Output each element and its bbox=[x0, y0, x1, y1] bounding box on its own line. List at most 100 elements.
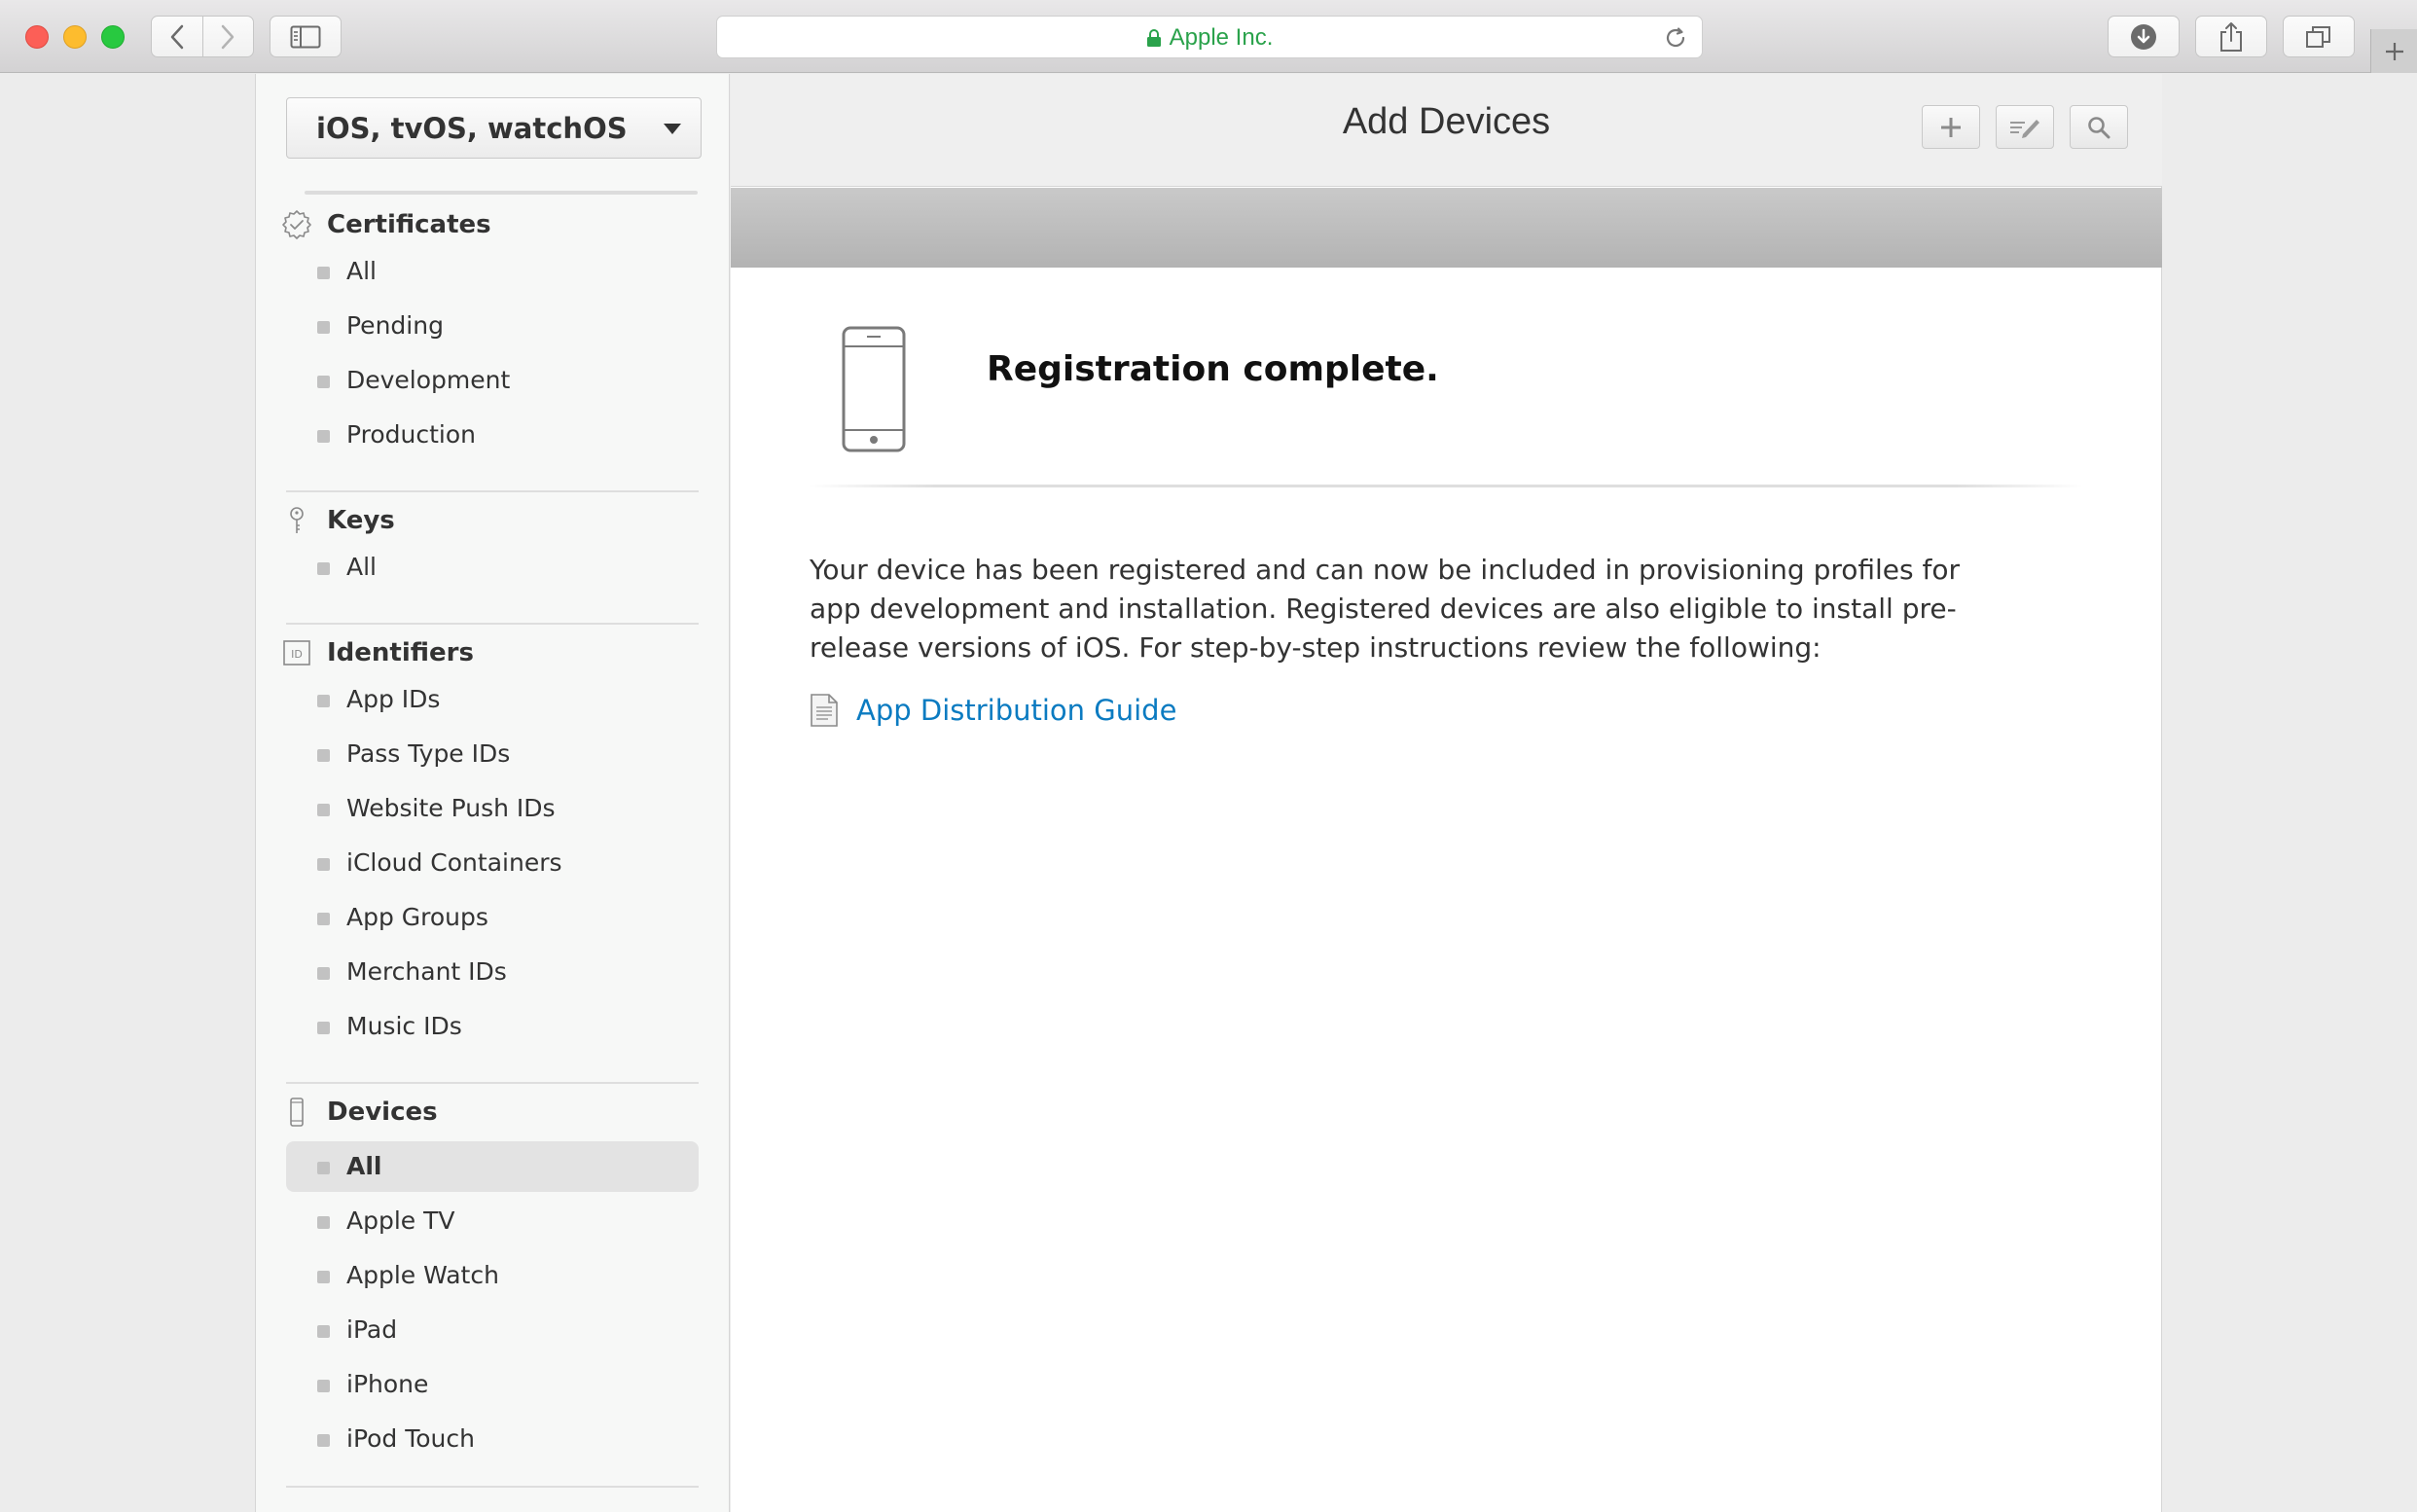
new-tab-button[interactable] bbox=[2370, 29, 2417, 73]
sidebar-item-label: iCloud Containers bbox=[346, 848, 562, 877]
search-button[interactable] bbox=[2070, 105, 2128, 149]
sidebar-item-label: Pass Type IDs bbox=[346, 739, 511, 768]
bullet bbox=[317, 804, 330, 816]
sidebar-item-certificates-all[interactable]: All bbox=[286, 246, 699, 297]
app-distribution-guide-link[interactable]: App Distribution Guide bbox=[856, 694, 1176, 727]
sidebar-item-label: Website Push IDs bbox=[346, 794, 556, 822]
bullet bbox=[317, 1216, 330, 1229]
close-window-button[interactable] bbox=[25, 25, 49, 49]
iphone-icon bbox=[841, 325, 907, 457]
registration-description: Your device has been registered and can … bbox=[810, 554, 1961, 664]
section-divider bbox=[286, 490, 699, 492]
sidebar-item-devices-all[interactable]: All bbox=[286, 1141, 699, 1192]
sidebar-item-pass-type-ids[interactable]: Pass Type IDs bbox=[286, 729, 699, 779]
sidebar-item-label: App Groups bbox=[346, 903, 488, 931]
platform-select[interactable]: iOS, tvOS, watchOS bbox=[286, 97, 702, 159]
sidebar-item-label: iPhone bbox=[346, 1370, 429, 1398]
sidebar-item-certificates-production[interactable]: Production bbox=[286, 410, 699, 460]
back-button[interactable] bbox=[152, 17, 203, 56]
sidebar-item-label: Apple Watch bbox=[346, 1261, 499, 1289]
history-nav bbox=[151, 16, 254, 57]
address-bar[interactable]: Apple Inc. bbox=[716, 16, 1703, 58]
section-title: Certificates bbox=[327, 210, 491, 239]
document-icon bbox=[811, 694, 838, 727]
site-label: Apple Inc. bbox=[1169, 24, 1274, 51]
bullet bbox=[317, 321, 330, 334]
bullet bbox=[317, 858, 330, 871]
sidebar-item-label: Development bbox=[346, 366, 511, 394]
sidebar-item-music-ids[interactable]: Music IDs bbox=[286, 1001, 699, 1052]
section-divider bbox=[286, 623, 699, 625]
sidebar-item-icloud-containers[interactable]: iCloud Containers bbox=[286, 838, 699, 888]
sidebar-item-certificates-development[interactable]: Development bbox=[286, 355, 699, 406]
download-icon bbox=[2131, 23, 2156, 50]
share-button[interactable] bbox=[2195, 16, 2267, 57]
downloads-button[interactable] bbox=[2108, 16, 2180, 57]
sidebar-item-label: App IDs bbox=[346, 685, 441, 713]
main-panel: Add Devices Registration complete. Your … bbox=[731, 74, 2162, 1512]
guide-row: App Distribution Guide bbox=[810, 691, 1176, 730]
sidebar-item-merchant-ids[interactable]: Merchant IDs bbox=[286, 947, 699, 997]
sidebar-divider bbox=[305, 191, 698, 195]
bullet bbox=[317, 1380, 330, 1392]
bullet bbox=[317, 1325, 330, 1338]
sidebar-item-apple-tv[interactable]: Apple TV bbox=[286, 1196, 699, 1246]
content-divider bbox=[809, 485, 2083, 487]
sidebar-item-ipad[interactable]: iPad bbox=[286, 1305, 699, 1355]
forward-button[interactable] bbox=[203, 17, 254, 56]
bullet bbox=[317, 913, 330, 925]
certificate-badge-icon bbox=[281, 209, 312, 240]
bullet bbox=[317, 376, 330, 388]
sidebar-item-label: iPad bbox=[346, 1315, 398, 1344]
add-icon bbox=[1941, 117, 1961, 137]
sidebar-item-label: All bbox=[346, 1152, 382, 1180]
search-icon bbox=[2088, 116, 2110, 138]
sidebar-item-label: Merchant IDs bbox=[346, 957, 507, 986]
sidebar-item-iphone[interactable]: iPhone bbox=[286, 1359, 699, 1410]
sidebar-item-label: Apple TV bbox=[346, 1206, 455, 1235]
bullet bbox=[317, 749, 330, 762]
share-icon bbox=[2220, 21, 2242, 52]
sidebar-item-label: Production bbox=[346, 420, 477, 449]
sidebar-item-label: iPod Touch bbox=[346, 1424, 475, 1453]
site-identity: Apple Inc. bbox=[717, 17, 1702, 59]
tabs-icon bbox=[2306, 25, 2330, 48]
section-title: Identifiers bbox=[327, 638, 474, 667]
sidebar-toggle-button[interactable] bbox=[270, 16, 342, 57]
minimize-window-button[interactable] bbox=[63, 25, 87, 49]
bullet bbox=[317, 562, 330, 575]
sidebar-item-label: Pending bbox=[346, 311, 444, 340]
zoom-window-button[interactable] bbox=[101, 25, 125, 49]
sidebar-item-app-groups[interactable]: App Groups bbox=[286, 892, 699, 943]
section-divider bbox=[286, 1082, 699, 1084]
platform-select-value: iOS, tvOS, watchOS bbox=[316, 111, 628, 145]
edit-icon bbox=[2010, 119, 2039, 138]
tabs-overview-button[interactable] bbox=[2283, 16, 2355, 57]
bullet bbox=[317, 1271, 330, 1283]
sidebar-item-app-ids[interactable]: App IDs bbox=[286, 674, 699, 725]
reload-icon bbox=[1666, 27, 1685, 48]
edit-button[interactable] bbox=[1996, 105, 2054, 149]
sidebar: iOS, tvOS, watchOS Certificates All Pend… bbox=[255, 74, 730, 1512]
sidebar-item-apple-watch[interactable]: Apple Watch bbox=[286, 1250, 699, 1301]
sidebar-item-ipod-touch[interactable]: iPod Touch bbox=[286, 1414, 699, 1464]
bullet bbox=[317, 695, 330, 707]
sidebar-item-website-push-ids[interactable]: Website Push IDs bbox=[286, 783, 699, 834]
bullet bbox=[317, 1022, 330, 1034]
bullet bbox=[317, 267, 330, 279]
section-title: Keys bbox=[327, 506, 395, 535]
section-title: Devices bbox=[327, 1098, 438, 1127]
header-band bbox=[731, 188, 2162, 268]
bullet bbox=[317, 1434, 330, 1447]
bullet bbox=[317, 430, 330, 443]
reload-button[interactable] bbox=[1663, 25, 1688, 54]
bullet bbox=[317, 967, 330, 980]
add-button[interactable] bbox=[1922, 105, 1980, 149]
bullet bbox=[317, 1162, 330, 1174]
sidebar-item-label: All bbox=[346, 553, 377, 581]
sidebar-item-certificates-pending[interactable]: Pending bbox=[286, 301, 699, 351]
browser-toolbar: Apple Inc. bbox=[0, 0, 2417, 73]
sidebar-item-keys-all[interactable]: All bbox=[286, 542, 699, 593]
chevron-right-icon bbox=[222, 24, 234, 49]
svg-text:ID: ID bbox=[291, 648, 303, 661]
